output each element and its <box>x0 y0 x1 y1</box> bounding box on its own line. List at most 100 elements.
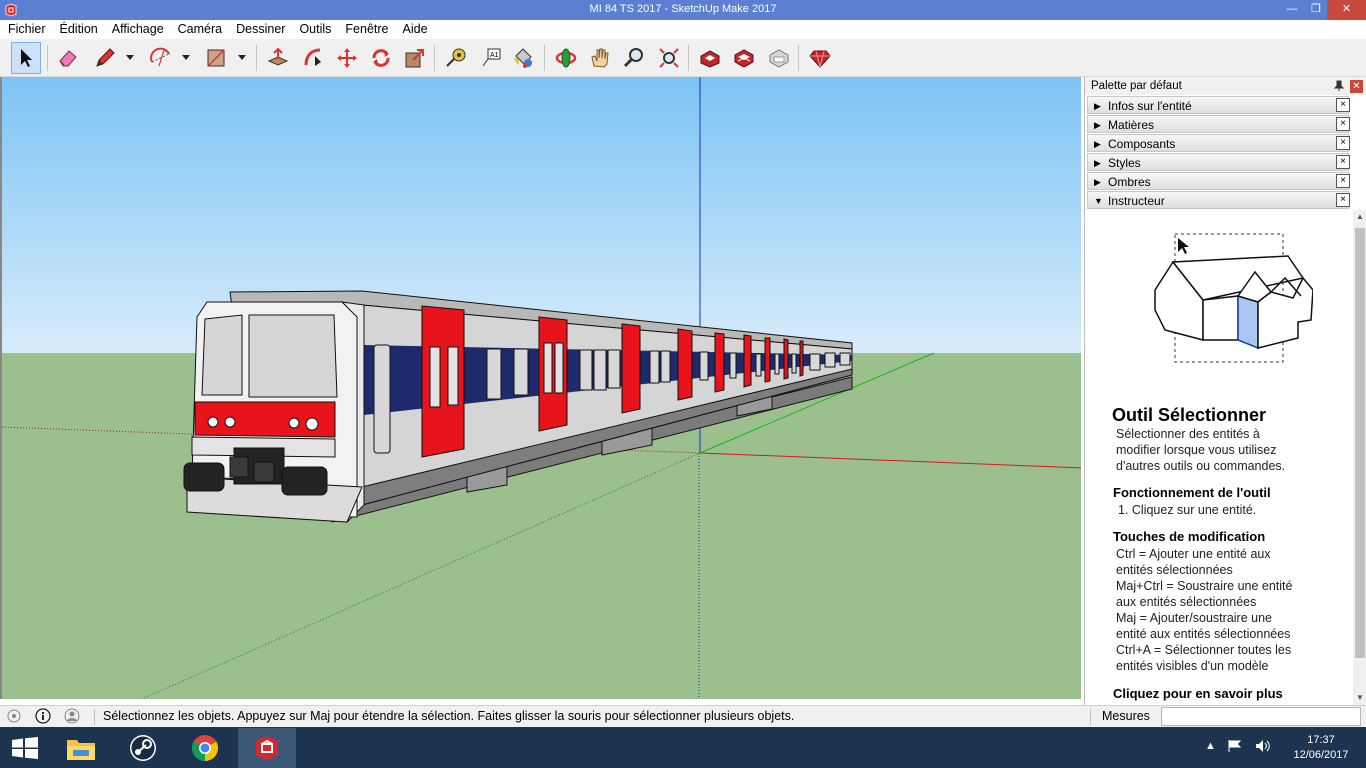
zoom-extents-tool-button[interactable] <box>654 42 684 74</box>
panel-close-button[interactable]: × <box>1336 155 1350 169</box>
sketchup-icon <box>256 736 278 760</box>
maximize-button[interactable]: ❐ <box>1305 0 1327 20</box>
scroll-down-icon[interactable]: ▼ <box>1353 691 1366 705</box>
operation-step: 1. Cliquez sur une entité. <box>1118 503 1257 517</box>
eraser-tool-button[interactable] <box>53 42 83 74</box>
main-toolbar: A1 <box>0 39 1366 77</box>
instructor-content: Outil Sélectionner Sélectionner des enti… <box>1085 210 1351 705</box>
layout-button[interactable] <box>764 42 794 74</box>
rectangle-icon <box>207 49 225 67</box>
volume-icon[interactable] <box>1255 739 1271 753</box>
measures-input[interactable] <box>1161 707 1361 726</box>
panel-materials[interactable]: ▶ Matières × <box>1087 115 1350 133</box>
panel-label: Matières <box>1108 118 1155 132</box>
modifier-line: Maj = Ajouter/soustraire une <box>1116 611 1272 625</box>
eraser-icon <box>59 50 77 67</box>
scale-tool-button[interactable] <box>400 42 430 74</box>
panel-label: Instructeur <box>1108 194 1165 208</box>
panel-entity-info[interactable]: ▶ Infos sur l'entité × <box>1087 96 1350 114</box>
pencil-tool-button[interactable] <box>90 42 120 74</box>
rectangle-tool-button[interactable] <box>201 42 231 74</box>
toolbar-separator <box>47 45 48 71</box>
modifier-line: entités visibles d'un modèle <box>1116 659 1269 673</box>
panel-label: Infos sur l'entité <box>1108 99 1192 113</box>
modifier-line: Maj+Ctrl = Soustraire une entité <box>1116 579 1293 593</box>
menu-dessiner[interactable]: Dessiner <box>229 20 292 39</box>
orbit-icon <box>555 48 577 68</box>
orbit-tool-button[interactable] <box>551 42 581 74</box>
panel-close-button[interactable]: × <box>1336 117 1350 131</box>
show-hidden-icons-icon[interactable]: ▲ <box>1205 740 1216 752</box>
info-icon[interactable] <box>35 708 51 724</box>
extension-warehouse-button[interactable] <box>729 42 759 74</box>
minimize-button[interactable]: — <box>1279 0 1305 20</box>
panel-close-button[interactable]: × <box>1336 98 1350 112</box>
follow-me-tool-button[interactable] <box>298 42 328 74</box>
rotate-tool-button[interactable] <box>366 42 396 74</box>
panel-label: Styles <box>1108 156 1141 170</box>
toolbar-separator <box>256 45 257 71</box>
taskbar-clock[interactable]: 17:37 12/06/2017 <box>1290 733 1352 763</box>
expand-arrow-icon: ▶ <box>1094 177 1101 187</box>
paint-bucket-icon <box>514 48 532 68</box>
drawing-viewport[interactable] <box>0 77 1081 699</box>
menu-edition[interactable]: Édition <box>53 20 105 39</box>
geo-location-icon[interactable] <box>6 708 22 724</box>
3d-warehouse-button[interactable] <box>695 42 725 74</box>
scale-icon <box>405 49 424 68</box>
chevron-down-icon[interactable] <box>181 52 191 62</box>
menu-fichier[interactable]: Fichier <box>0 20 53 39</box>
chevron-down-icon[interactable] <box>237 52 247 62</box>
panel-close-button[interactable]: × <box>1336 136 1350 150</box>
steam-icon <box>130 735 156 761</box>
paint-bucket-tool-button[interactable] <box>508 42 538 74</box>
panel-close-button[interactable]: × <box>1336 193 1350 207</box>
panel-styles[interactable]: ▶ Styles × <box>1087 153 1350 171</box>
zoom-tool-button[interactable] <box>619 42 649 74</box>
user-account-icon[interactable] <box>64 708 80 724</box>
scene-canvas <box>2 77 1081 699</box>
measures-label: Mesures <box>1102 709 1150 723</box>
panel-close-button[interactable]: × <box>1336 174 1350 188</box>
menu-camera[interactable]: Caméra <box>171 20 229 39</box>
toolbar-separator <box>434 45 435 71</box>
svg-text:A1: A1 <box>490 52 499 59</box>
menu-outils[interactable]: Outils <box>292 20 338 39</box>
ruby-console-button[interactable] <box>805 42 835 74</box>
taskbar-chrome[interactable] <box>176 728 234 768</box>
instructor-description-line: modifier lorsque vous utilisez <box>1116 443 1277 457</box>
taskbar-sketchup[interactable] <box>238 728 296 768</box>
menu-affichage[interactable]: Affichage <box>105 20 171 39</box>
tray-close-button[interactable]: ✕ <box>1350 80 1363 93</box>
pan-tool-button[interactable] <box>585 42 615 74</box>
status-bar: Sélectionnez les objets. Appuyez sur Maj… <box>0 705 1366 727</box>
select-tool-button[interactable] <box>11 42 41 74</box>
learn-more-link[interactable]: Cliquez pour en savoir plus <box>1113 686 1283 701</box>
instructor-description-line: d'autres outils ou commandes. <box>1116 459 1286 473</box>
pin-icon[interactable] <box>1333 80 1345 92</box>
text-tool-button[interactable]: A1 <box>476 42 506 74</box>
windows-start-icon[interactable] <box>10 737 40 759</box>
chevron-down-icon[interactable] <box>125 52 135 62</box>
instructor-scrollbar[interactable]: ▲ ▼ <box>1353 210 1366 705</box>
scroll-thumb[interactable] <box>1355 228 1365 658</box>
modifier-line: entités sélectionnées <box>1116 563 1233 577</box>
panel-instructor[interactable]: ▼ Instructeur × <box>1087 191 1350 209</box>
scroll-up-icon[interactable]: ▲ <box>1353 210 1366 224</box>
taskbar-file-explorer[interactable] <box>52 728 110 768</box>
instructor-description-line: Sélectionner des entités à <box>1116 427 1260 441</box>
close-button[interactable]: ✕ <box>1327 0 1366 20</box>
taskbar-steam[interactable] <box>114 728 172 768</box>
action-center-flag-icon[interactable] <box>1227 739 1243 753</box>
tape-measure-tool-button[interactable] <box>441 42 471 74</box>
toolbar-separator <box>544 45 545 71</box>
panel-components[interactable]: ▶ Composants × <box>1087 134 1350 152</box>
arc-tool-button[interactable] <box>146 42 176 74</box>
menu-aide[interactable]: Aide <box>396 20 435 39</box>
push-pull-tool-button[interactable] <box>263 42 293 74</box>
menu-fenetre[interactable]: Fenêtre <box>338 20 395 39</box>
extension-warehouse-icon <box>734 49 754 68</box>
panel-shadows[interactable]: ▶ Ombres × <box>1087 172 1350 190</box>
cursor-icon <box>1178 238 1189 254</box>
move-tool-button[interactable] <box>332 42 362 74</box>
